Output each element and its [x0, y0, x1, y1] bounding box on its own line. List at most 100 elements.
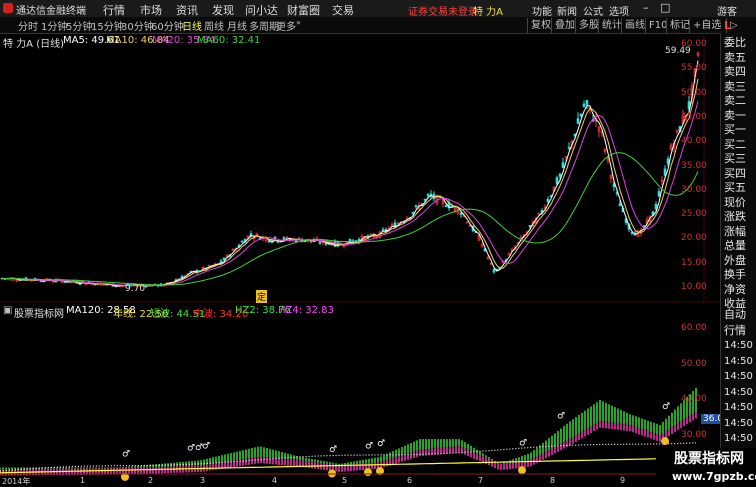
side-label: 买五	[724, 181, 746, 194]
candle-body	[528, 224, 532, 227]
signal-male-icon: ♂	[557, 412, 565, 422]
menu-right-gongneng[interactable]: 功能	[532, 3, 552, 18]
menu-bar: 通达信金融终端 行情 市场 资讯 发现 问小达 财富圈 交易 证券交易未登录 特…	[0, 0, 756, 18]
signal-coin-icon	[518, 466, 526, 475]
tab-multi[interactable]: 多周期	[249, 18, 279, 33]
watermark-url: www.7gpzb.com	[672, 470, 756, 483]
candle-body	[240, 241, 244, 243]
candle-body	[555, 177, 559, 185]
menu-right-xuanxiang[interactable]: 选项	[609, 3, 629, 18]
menu-item-wenxiaoda[interactable]: 问小达	[245, 2, 278, 18]
indicator-icon[interactable]: ▣	[3, 305, 12, 316]
x-axis-label: 5	[342, 476, 348, 485]
login-notice[interactable]: 证券交易未登录	[408, 3, 478, 18]
indicator-y-tick: 40.00	[681, 394, 707, 404]
candle-body	[582, 103, 586, 107]
side-label: 卖四	[724, 65, 746, 78]
signal-male-icon: ♂	[202, 442, 210, 452]
tab-15min[interactable]: 15分钟	[91, 18, 124, 33]
window-icon[interactable]: □	[660, 1, 670, 14]
side-label: 换手	[724, 268, 746, 281]
main-y-tick: 10.00	[681, 282, 707, 292]
candle-body	[585, 100, 589, 105]
main-candles	[0, 51, 700, 289]
x-axis-label: 4	[272, 476, 278, 485]
side-time-label: 自动	[724, 308, 746, 321]
hz4-value: HZ4: 32.83	[278, 305, 334, 316]
side-label: 买三	[724, 152, 746, 165]
main-y-tick: 55.00	[681, 63, 707, 74]
candle-body	[576, 118, 580, 124]
tab-1min[interactable]: 1分钟	[41, 18, 67, 33]
menu-item-shichang[interactable]: 市场	[140, 2, 162, 18]
menu-item-faxian[interactable]: 发现	[212, 2, 234, 18]
signal-male-icon: ♂	[377, 439, 385, 449]
menu-right-youke[interactable]: 游客	[717, 3, 737, 18]
menu-item-hangqing[interactable]: 行情	[103, 2, 125, 18]
menu-item-zixun[interactable]: 资讯	[176, 2, 198, 18]
menu-right-xinwen[interactable]: 新闻	[557, 3, 577, 18]
side-label: 买一	[724, 123, 746, 136]
candle-body	[657, 191, 661, 197]
main-y-tick: 15.00	[681, 257, 707, 268]
button-huaxian[interactable]: 画线	[621, 18, 648, 33]
side-time-label: 14:50	[724, 402, 753, 413]
side-label: 卖五	[724, 50, 746, 64]
tab-more[interactable]: 更多	[276, 18, 296, 33]
button-zixuan[interactable]: +自选	[689, 18, 724, 33]
candle-body	[666, 158, 670, 164]
side-time-label: 14:50	[724, 386, 753, 398]
ma20-line	[1, 101, 699, 287]
button-fuquan[interactable]: 复权	[527, 18, 554, 33]
side-label: 买四	[724, 166, 746, 180]
main-y-tick: 25.00	[681, 209, 707, 220]
main-y-tick: 45.00	[681, 111, 707, 122]
button-diejia[interactable]: 叠加	[551, 18, 578, 33]
menu-item-jiaoyi[interactable]: 交易	[332, 2, 354, 18]
candle-body	[546, 198, 550, 202]
side-label: 涨跌	[724, 210, 746, 223]
indicator-y-tick: 60.00	[681, 323, 707, 333]
tab-fenshi[interactable]: 分时	[18, 18, 38, 33]
tab-60min[interactable]: 60分钟	[151, 18, 184, 33]
candle-body	[459, 212, 463, 215]
side-label: 委比	[724, 36, 746, 49]
main-grid	[0, 33, 720, 303]
tab-5min[interactable]: 5分钟	[66, 18, 92, 33]
indicator-name[interactable]: 股票指标网	[14, 305, 64, 320]
side-time-label: 14:50	[724, 340, 753, 351]
x-axis-label: 2014年	[2, 477, 31, 486]
menu-right-gongshi[interactable]: 公式	[583, 3, 603, 18]
side-label: 卖二	[724, 94, 746, 107]
candle-body	[567, 147, 571, 149]
more-arrow-icon[interactable]: »	[296, 18, 301, 27]
candle-body	[561, 162, 565, 168]
candle-body	[423, 198, 427, 201]
x-axis-label: 6	[407, 476, 413, 485]
candle-body	[381, 229, 385, 231]
period-tab-bar: 分时 1分钟 5分钟 15分钟 30分钟 60分钟 日线 周线 月线 多周期 更…	[0, 17, 756, 34]
minimize-icon[interactable]: –	[643, 1, 649, 14]
tab-month[interactable]: 月线	[227, 18, 247, 33]
tab-30min[interactable]: 30分钟	[121, 18, 154, 33]
side-label: 总量	[724, 239, 746, 252]
side-time-label: 14:50	[724, 355, 753, 367]
signal-male-icon: ♂	[122, 449, 130, 459]
main-y-tick: 30.00	[681, 184, 707, 195]
candle-body	[249, 233, 253, 236]
x-axis-label: 3	[200, 476, 206, 485]
ding-marker: 定	[256, 290, 268, 303]
side-label: 卖三	[724, 79, 746, 93]
app-title: 通达信金融终端	[16, 6, 86, 17]
candle-body	[411, 211, 415, 214]
indicator-y-tick: 30.00	[681, 429, 707, 440]
candle-body	[222, 257, 226, 261]
tab-week[interactable]: 周线	[204, 18, 224, 33]
signal-coin-icon	[661, 437, 669, 446]
x-axis-label: 2	[148, 476, 154, 485]
indicator-y-tick: 50.00	[681, 358, 707, 369]
tab-day[interactable]: 日线	[182, 18, 202, 33]
chart-canvas: ♂♂ ♂♂ ♂ ♂ ♂ ♂♂♂	[0, 33, 720, 481]
menu-item-caifuquan[interactable]: 财富圈	[287, 2, 320, 18]
side-top-icon[interactable]: L	[724, 20, 731, 32]
